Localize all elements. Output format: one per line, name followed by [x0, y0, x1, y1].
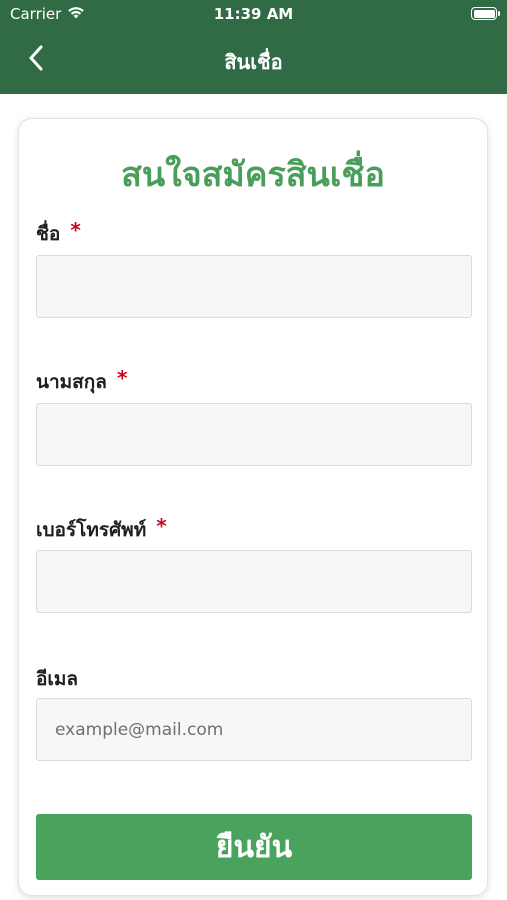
email-label-text: อีเมล [36, 668, 79, 690]
required-mark: * [156, 514, 167, 538]
required-mark: * [116, 366, 128, 390]
app-header: Carrier 11:39 AM สินเชื่อ [0, 0, 507, 94]
nav-bar: สินเชื่อ [0, 30, 507, 94]
submit-button[interactable]: ยืนยัน [36, 814, 472, 880]
first-name-input[interactable] [36, 255, 472, 318]
first-name-label-text: ชื่อ [36, 223, 61, 245]
email-input[interactable] [36, 698, 472, 761]
first-name-label: ชื่อ * [36, 218, 81, 249]
nav-title: สินเชื่อ [224, 50, 283, 74]
phone-input[interactable] [36, 550, 472, 613]
last-name-input[interactable] [36, 403, 472, 466]
battery-icon [471, 7, 500, 20]
status-bar: Carrier 11:39 AM [0, 0, 507, 30]
battery-level [473, 9, 495, 18]
required-mark: * [70, 218, 81, 242]
last-name-label-text: นามสกุล [36, 371, 107, 393]
status-time: 11:39 AM [213, 5, 294, 23]
email-label: อีเมล [36, 664, 78, 694]
loan-application-card: สนใจสมัครสินเชื่อ ชื่อ * นามสกุล * เบอร์… [18, 118, 488, 896]
phone-label: เบอร์โทรศัพท์ * [36, 514, 167, 545]
form-title: สนใจสมัครสินเชื่อ [121, 155, 385, 195]
phone-label-text: เบอร์โทรศัพท์ [36, 519, 147, 541]
last-name-label: นามสกุล * [36, 366, 128, 397]
